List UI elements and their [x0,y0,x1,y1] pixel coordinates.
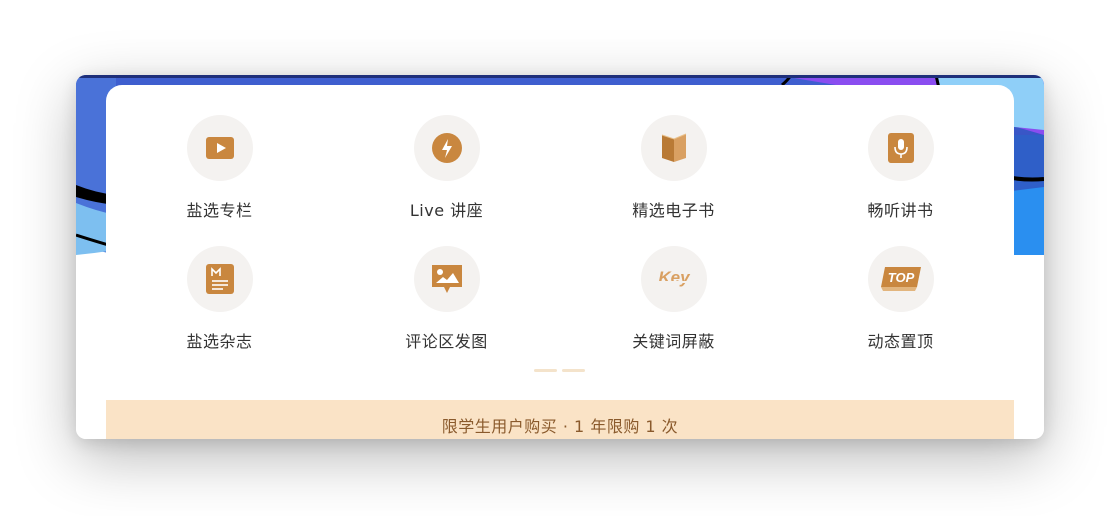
feature-label: 盐选杂志 [186,332,253,351]
microphone-icon [867,115,934,181]
top-icon: TOP [867,246,934,312]
feature-label: 精选电子书 [632,201,715,220]
image-comment-icon [413,246,480,312]
feature-keyword-block[interactable]: Key 关键词屏蔽 [560,246,787,377]
feature-grid: 盐选专栏 Live 讲座 精选电子书 畅听讲书 盐选杂志 评论区发图 Key 关… [106,115,1014,377]
feature-magazine[interactable]: 盐选杂志 [106,246,333,377]
feature-audio-book[interactable]: 畅听讲书 [787,115,1014,246]
membership-card-window: 盐选专栏 Live 讲座 精选电子书 畅听讲书 盐选杂志 评论区发图 Key 关… [76,75,1044,439]
pagination-dot[interactable] [534,369,557,372]
feature-live-lecture[interactable]: Live 讲座 [333,115,560,246]
feature-label: Live 讲座 [409,201,484,220]
feature-label: 动态置顶 [867,332,934,351]
feature-pin-top[interactable]: TOP 动态置顶 [787,246,1014,377]
magazine-icon [186,246,253,312]
play-icon [186,115,253,181]
feature-label: 评论区发图 [405,332,488,351]
feature-ebook[interactable]: 精选电子书 [560,115,787,246]
pagination-dots [534,369,585,372]
feature-premium-column[interactable]: 盐选专栏 [106,115,333,246]
svg-text:Key: Key [658,268,691,287]
feature-label: 畅听讲书 [867,201,934,220]
feature-comment-image[interactable]: 评论区发图 [333,246,560,377]
promo-banner: 限学生用户购买 · 1 年限购 1 次 [106,400,1014,439]
book-icon [640,115,707,181]
lightning-icon [413,115,480,181]
pagination-dot[interactable] [562,369,585,372]
promo-text: 限学生用户购买 · 1 年限购 1 次 [441,417,679,436]
feature-label: 关键词屏蔽 [632,332,715,351]
svg-text:TOP: TOP [887,270,914,285]
feature-panel: 盐选专栏 Live 讲座 精选电子书 畅听讲书 盐选杂志 评论区发图 Key 关… [106,85,1014,398]
key-icon: Key [640,246,707,312]
feature-label: 盐选专栏 [186,201,253,220]
